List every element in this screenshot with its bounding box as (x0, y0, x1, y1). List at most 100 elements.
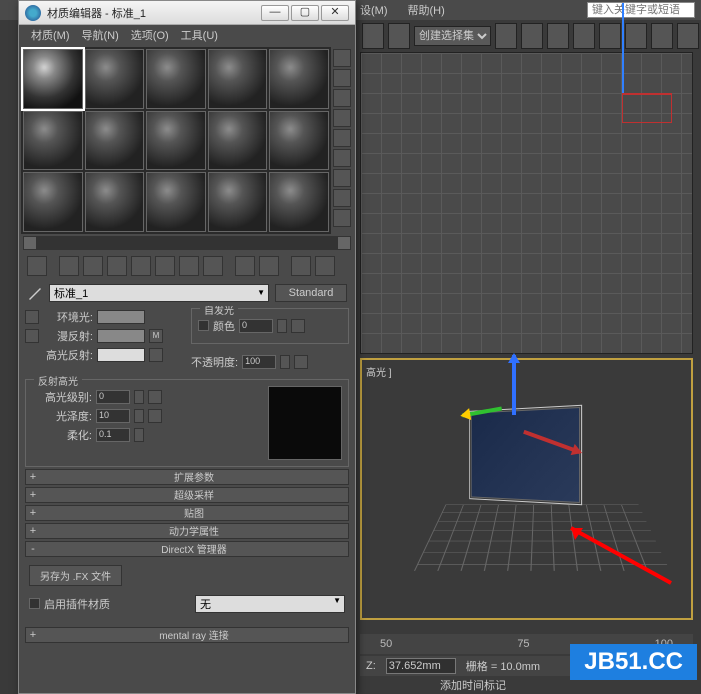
spinner-arrows-icon[interactable] (280, 355, 290, 369)
ambient-color-swatch[interactable] (97, 310, 145, 324)
z-coord-input[interactable] (386, 658, 456, 674)
spinner-arrows-icon[interactable] (134, 409, 144, 423)
layers-icon[interactable] (573, 23, 595, 49)
rollout-dynamics[interactable]: +动力学属性 (25, 523, 349, 539)
put-to-lib-icon[interactable] (179, 256, 199, 276)
menu-material[interactable]: 材质(M) (27, 25, 74, 45)
ambient-lock-icon[interactable] (25, 310, 39, 324)
get-material-icon[interactable] (27, 256, 47, 276)
gloss-spinner[interactable]: 10 (96, 409, 130, 423)
render-setup-icon[interactable] (677, 23, 699, 49)
material-slot[interactable] (146, 49, 206, 109)
specular-color-swatch[interactable] (97, 348, 145, 362)
close-button[interactable]: ✕ (321, 5, 349, 21)
show-in-vp-icon[interactable] (235, 256, 255, 276)
curve-editor-icon[interactable] (599, 23, 621, 49)
rollout-extended[interactable]: +扩展参数 (25, 469, 349, 485)
toolbar-button[interactable] (362, 23, 384, 49)
spec-level-map-button[interactable] (148, 390, 162, 404)
scroll-left-icon[interactable] (23, 236, 37, 250)
material-slot[interactable] (146, 172, 206, 232)
material-slot[interactable] (269, 111, 329, 171)
selfillum-spinner[interactable]: 0 (239, 319, 273, 333)
rollout-supersample[interactable]: +超级采样 (25, 487, 349, 503)
opacity-map-button[interactable] (294, 355, 308, 369)
reset-map-icon[interactable] (107, 256, 127, 276)
schematic-icon[interactable] (625, 23, 647, 49)
material-slot[interactable] (85, 172, 145, 232)
color-checkbox[interactable] (198, 320, 209, 331)
backlight-icon[interactable] (333, 69, 351, 87)
dialog-titlebar[interactable]: 材质编辑器 - 标准_1 — ▢ ✕ (19, 1, 355, 25)
show-end-icon[interactable] (259, 256, 279, 276)
plugin-material-dropdown[interactable]: 无 (195, 595, 345, 613)
spinner-arrows-icon[interactable] (134, 428, 144, 442)
spinner-arrows-icon[interactable] (277, 319, 287, 333)
video-check-icon[interactable] (333, 129, 351, 147)
gloss-map-button[interactable] (148, 409, 162, 423)
specular-map-button[interactable] (149, 348, 163, 362)
material-slot[interactable] (269, 49, 329, 109)
select-by-mat-icon[interactable] (333, 189, 351, 207)
rollout-directx[interactable]: -DirectX 管理器 (25, 541, 349, 557)
background-icon[interactable] (333, 89, 351, 107)
diffuse-map-button[interactable]: M (149, 329, 163, 343)
material-slot[interactable] (146, 111, 206, 171)
maximize-button[interactable]: ▢ (291, 5, 319, 21)
align-icon[interactable] (547, 23, 569, 49)
spinner-arrows-icon[interactable] (134, 390, 144, 404)
add-time-tag[interactable]: 添加时间标记 (440, 677, 506, 693)
material-slot[interactable] (85, 49, 145, 109)
selfillum-map-button[interactable] (291, 319, 305, 333)
material-slot[interactable] (85, 111, 145, 171)
viewport-top[interactable] (360, 52, 693, 354)
rollout-mentalray[interactable]: +mental ray 连接 (25, 627, 349, 643)
mirror-icon[interactable] (521, 23, 543, 49)
material-slot[interactable] (23, 49, 83, 109)
options-icon[interactable] (333, 169, 351, 187)
mat-id-icon[interactable] (203, 256, 223, 276)
material-slot[interactable] (208, 49, 268, 109)
uv-tiling-icon[interactable] (333, 109, 351, 127)
material-slot[interactable] (208, 172, 268, 232)
sample-type-icon[interactable] (333, 49, 351, 67)
make-copy-icon[interactable] (131, 256, 151, 276)
diffuse-color-swatch[interactable] (97, 329, 145, 343)
material-slot[interactable] (269, 172, 329, 232)
slots-scrollbar[interactable] (23, 236, 351, 250)
menu-tools[interactable]: 工具(U) (177, 25, 222, 45)
menu-help[interactable]: 帮助(H) (408, 2, 445, 18)
diffuse-lock-icon[interactable] (25, 329, 39, 343)
pick-material-icon[interactable] (27, 285, 43, 301)
material-editor-icon[interactable] (651, 23, 673, 49)
material-type-button[interactable]: Standard (275, 284, 347, 302)
menu-set[interactable]: 设(M) (360, 2, 388, 18)
scrollbar-track[interactable] (37, 236, 337, 250)
selection-set-dropdown[interactable]: 创建选择集 (414, 26, 491, 46)
make-unique-icon[interactable] (155, 256, 175, 276)
make-preview-icon[interactable] (333, 149, 351, 167)
rollout-maps[interactable]: +贴图 (25, 505, 349, 521)
material-slot[interactable] (23, 172, 83, 232)
save-fx-button[interactable]: 另存为 .FX 文件 (29, 565, 122, 586)
material-slot[interactable] (23, 111, 83, 171)
go-parent-icon[interactable] (291, 256, 311, 276)
plane-object[interactable] (471, 407, 580, 503)
assign-to-sel-icon[interactable] (83, 256, 103, 276)
toolbar-button[interactable] (495, 23, 517, 49)
material-slot[interactable] (208, 111, 268, 171)
scroll-right-icon[interactable] (337, 236, 351, 250)
opacity-spinner[interactable]: 100 (242, 355, 276, 369)
enable-plugin-checkbox[interactable] (29, 598, 40, 609)
mat-map-nav-icon[interactable] (333, 209, 351, 227)
minimize-button[interactable]: — (261, 5, 289, 21)
viewport-perspective[interactable]: 高光 ] (360, 358, 693, 620)
material-name-dropdown[interactable]: 标准_1 (49, 284, 269, 302)
menu-navigate[interactable]: 导航(N) (78, 25, 123, 45)
soften-spinner[interactable]: 0.1 (96, 428, 130, 442)
keyword-search-input[interactable] (587, 2, 695, 18)
go-sibling-icon[interactable] (315, 256, 335, 276)
toolbar-button[interactable] (388, 23, 410, 49)
put-to-scene-icon[interactable] (59, 256, 79, 276)
menu-options[interactable]: 选项(O) (127, 25, 173, 45)
